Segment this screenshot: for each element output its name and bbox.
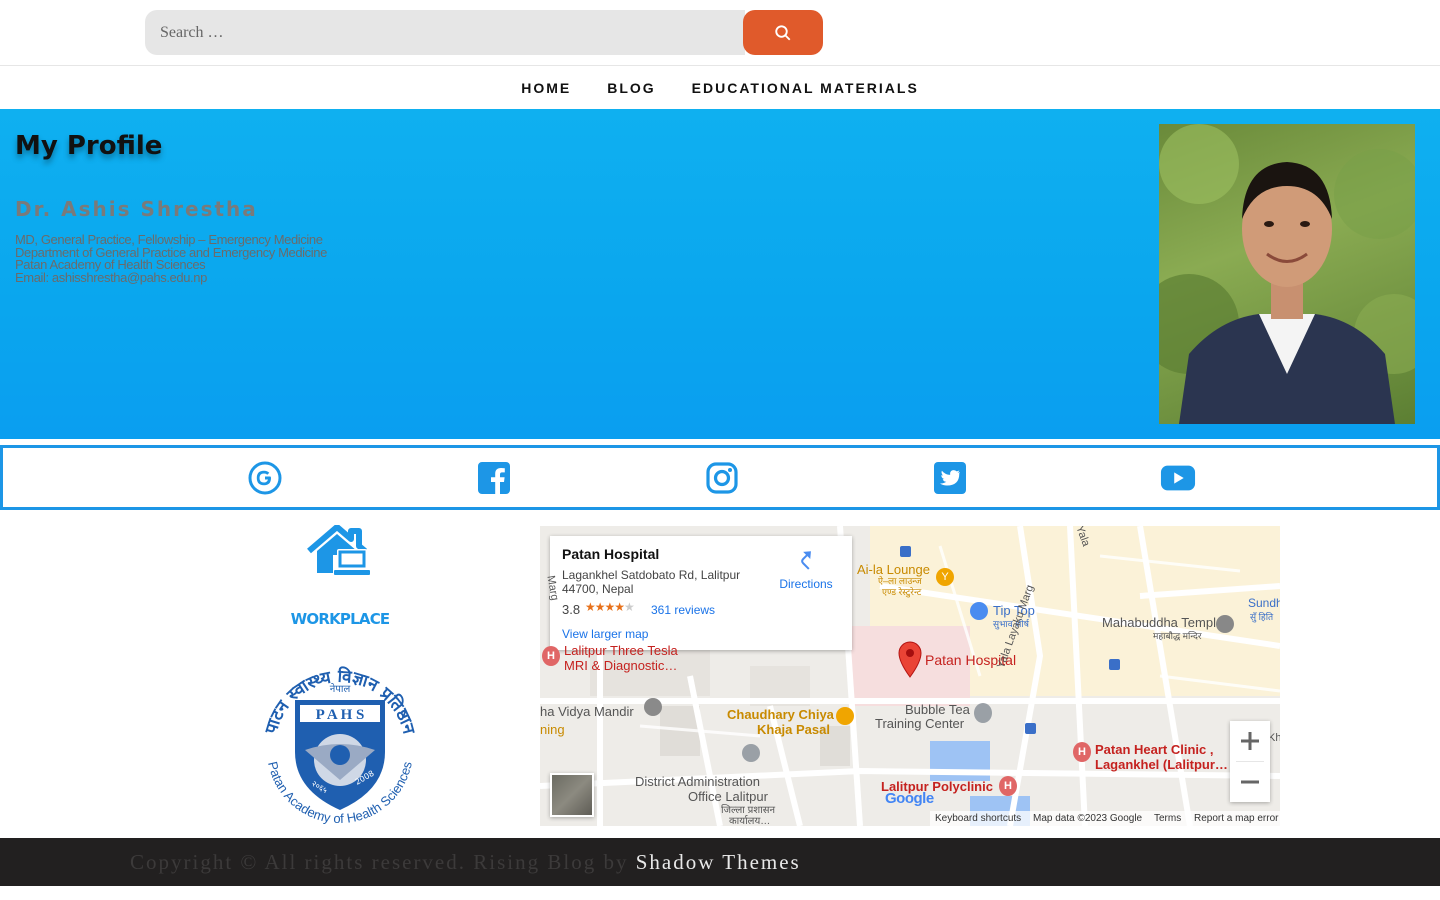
search-input[interactable] xyxy=(145,10,745,55)
hospital-icon[interactable]: H xyxy=(1073,742,1091,762)
map-data-text: Map data ©2023 Google xyxy=(1033,813,1143,824)
map-label: District Administration xyxy=(635,774,760,789)
bus-stop-icon[interactable] xyxy=(1025,723,1036,734)
map-label: Khaja Pasal xyxy=(757,722,830,737)
profile-details: MD, General Practice, Fellowship – Emerg… xyxy=(15,233,327,285)
map-label: Lalitpur Three Tesla xyxy=(564,643,678,658)
plus-icon xyxy=(1241,732,1259,750)
map-label: Patan Heart Clinic , xyxy=(1095,742,1214,757)
shopping-icon[interactable] xyxy=(970,602,988,620)
profile-name: Dr. Ashis Shrestha xyxy=(15,197,258,221)
bus-stop-icon[interactable] xyxy=(1109,659,1120,670)
satellite-toggle[interactable] xyxy=(550,773,594,817)
pahs-logo: पाटन स्वास्थ्य विज्ञान प्रतिष्ठान नेपाल … xyxy=(253,660,427,839)
bus-stop-icon[interactable] xyxy=(900,546,911,557)
youtube-icon[interactable] xyxy=(1160,460,1196,496)
place-rating: 3.8 xyxy=(562,602,581,617)
social-links-bar xyxy=(0,445,1440,510)
place-address-line1: Lagankhel Satdobato Rd, Lalitpur xyxy=(562,568,741,582)
map-label: Lagankhel (Lalitpur… xyxy=(1095,757,1228,772)
report-map-error-link[interactable]: Report a map error xyxy=(1194,813,1278,824)
directions-button[interactable]: Directions xyxy=(776,548,836,591)
map-attribution-bar: Keyboard shortcuts Map data ©2023 Google… xyxy=(930,811,1280,826)
map-label: ning xyxy=(540,722,565,737)
terms-link[interactable]: Terms xyxy=(1154,813,1181,824)
profile-photo xyxy=(1159,124,1415,424)
main-nav: HOME BLOG EDUCATIONAL MATERIALS xyxy=(0,66,1440,109)
map-label: एण्ड रेस्टुरेन्ट xyxy=(882,587,922,597)
place-name: Patan Hospital xyxy=(562,546,660,562)
profile-email: Email: ashisshrestha@pahs.edu.np xyxy=(15,269,207,285)
header xyxy=(0,0,1440,66)
svg-text:P A H S: P A H S xyxy=(316,707,365,723)
place-info-card: Patan Hospital Lagankhel Satdobato Rd, L… xyxy=(550,536,852,650)
directions-icon xyxy=(801,551,811,570)
map-label: Bubble Tea xyxy=(905,702,970,717)
map-label: महाबौद्ध मन्दिर xyxy=(1153,631,1202,641)
view-larger-map-link[interactable]: View larger map xyxy=(562,627,648,641)
cafe-icon[interactable] xyxy=(836,707,854,725)
shadow-themes-link[interactable]: Shadow Themes xyxy=(636,850,801,874)
place-reviews-link[interactable]: 361 reviews xyxy=(651,603,715,617)
page-title: My Profile xyxy=(15,131,163,161)
workplace-section: WORKPLACE पाटन स्वास्थ्य विज्ञान प्रतिष्… xyxy=(140,510,540,838)
keyboard-shortcuts-link[interactable]: Keyboard shortcuts xyxy=(935,813,1021,824)
copyright-text: Copyright © All rights reserved. Rising … xyxy=(130,850,629,874)
profile-hero: My Profile Dr. Ashis Shrestha MD, Genera… xyxy=(0,109,1440,439)
nav-home[interactable]: HOME xyxy=(521,80,571,96)
instagram-icon[interactable] xyxy=(704,460,740,496)
hospital-icon[interactable]: H xyxy=(542,646,560,666)
directions-label: Directions xyxy=(779,577,833,591)
government-icon[interactable] xyxy=(742,744,760,762)
facebook-icon[interactable] xyxy=(476,460,512,496)
nav-blog[interactable]: BLOG xyxy=(607,80,655,96)
map-label: कार्यालय… xyxy=(729,816,771,826)
temple-icon[interactable] xyxy=(1216,615,1234,633)
google-logo: Google xyxy=(885,790,934,807)
zoom-controls xyxy=(1230,721,1270,802)
footer-copyright: Copyright © All rights reserved. Rising … xyxy=(130,850,801,875)
workplace-title: WORKPLACE xyxy=(290,610,390,628)
restaurant-icon[interactable]: Y xyxy=(936,568,954,586)
rating-stars: ★★★★★ xyxy=(585,600,635,614)
search-icon xyxy=(775,24,791,40)
zoom-in-button[interactable] xyxy=(1230,721,1270,761)
map-label: Chaudhary Chiya xyxy=(727,707,834,722)
minus-icon xyxy=(1241,780,1259,784)
hospital-icon[interactable]: H xyxy=(999,776,1017,796)
map-label: सुँ हिति xyxy=(1250,612,1274,622)
zoom-out-button[interactable] xyxy=(1230,762,1270,802)
map-label: ha Vidya Mandir xyxy=(540,704,634,719)
svg-text:नेपाल: नेपाल xyxy=(330,683,351,695)
twitter-icon[interactable] xyxy=(932,460,968,496)
map-label: MRI & Diagnostic… xyxy=(564,658,678,673)
map-label: Sundha xyxy=(1248,596,1280,610)
place-icon[interactable] xyxy=(974,703,992,723)
place-address-line2: 44700, Nepal xyxy=(562,582,634,596)
site-footer: Copyright © All rights reserved. Rising … xyxy=(0,838,1440,886)
google-icon[interactable] xyxy=(247,460,283,496)
map-pin-icon[interactable] xyxy=(897,640,923,683)
map-label: Mahabuddha Temple xyxy=(1102,615,1224,630)
map-label: Training Center xyxy=(875,716,965,731)
school-icon[interactable] xyxy=(644,698,662,716)
home-laptop-icon xyxy=(307,524,373,584)
google-map[interactable]: Patan Hospital Lagankhel Satdobato Rd, L… xyxy=(540,526,1280,826)
search-button[interactable] xyxy=(743,10,823,55)
nav-educational-materials[interactable]: EDUCATIONAL MATERIALS xyxy=(692,80,919,96)
